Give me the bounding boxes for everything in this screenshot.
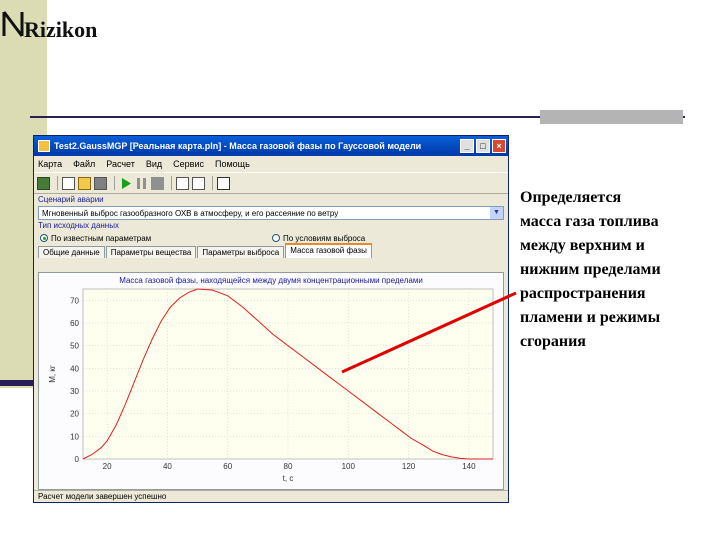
y-axis-label: M, кг — [48, 365, 57, 383]
menu-item-calc[interactable]: Расчет — [106, 159, 135, 169]
annotation-line: сгорания — [520, 333, 586, 350]
window-title: Test2.GaussMGP [Реальная карта.pln] - Ма… — [54, 141, 422, 151]
report-icon[interactable] — [176, 176, 189, 190]
tab-gas-mass[interactable]: Масса газовой фазы — [285, 243, 372, 258]
menu-item-file[interactable]: Файл — [73, 159, 95, 169]
y-tick-label: 60 — [70, 319, 79, 328]
source-type-label: Тип исходных данных — [38, 221, 119, 230]
export-icon[interactable] — [192, 176, 205, 190]
chevron-down-icon[interactable]: ▼ — [490, 207, 503, 219]
stop-icon[interactable] — [151, 176, 164, 190]
calculator-icon[interactable] — [217, 176, 230, 190]
tab-release[interactable]: Параметры выброса — [197, 246, 285, 258]
annotation-line: между верхним и — [520, 237, 645, 254]
annotation-line: пламени и режимы — [520, 309, 661, 326]
y-tick-label: 10 — [70, 432, 79, 441]
annotation-line: распространения — [520, 285, 646, 302]
menu-item-help[interactable]: Помощь — [215, 159, 250, 169]
menu-item-service[interactable]: Сервис — [173, 159, 204, 169]
toolbar-separator — [57, 176, 58, 190]
window-titlebar[interactable]: Test2.GaussMGP [Реальная карта.pln] - Ма… — [34, 136, 508, 156]
x-tick-label: 80 — [284, 462, 293, 471]
toolbar-separator — [114, 176, 115, 190]
toolbar-separator — [171, 176, 172, 190]
annotation-line: Определяется — [520, 189, 622, 206]
map-icon[interactable] — [37, 176, 50, 190]
x-tick-label: 140 — [462, 462, 476, 471]
radio-release-conditions[interactable] — [272, 234, 280, 242]
gas-mass-chart: Масса газовой фазы, находящейся между дв… — [48, 276, 494, 483]
chart-panel: Масса газовой фазы, находящейся между дв… — [38, 272, 504, 490]
chart-title: Масса газовой фазы, находящейся между дв… — [119, 276, 423, 285]
annotation-line: масса газа топлива — [520, 213, 659, 230]
x-tick-label: 40 — [163, 462, 172, 471]
y-tick-label: 50 — [70, 342, 79, 351]
y-tick-label: 20 — [70, 410, 79, 419]
tab-strip: Общие данные Параметры вещества Параметр… — [34, 243, 508, 258]
new-file-icon[interactable] — [62, 176, 75, 190]
annotation-line: нижним пределами — [520, 261, 661, 278]
menu-bar: Карта Файл Расчет Вид Сервис Помощь — [34, 156, 508, 172]
tab-substance[interactable]: Параметры вещества — [105, 246, 197, 258]
radio2-wrap: По условиям выброса — [272, 234, 365, 243]
menu-item-karta[interactable]: Карта — [38, 159, 62, 169]
y-tick-label: 70 — [70, 296, 79, 305]
radio-release-conditions-label: По условиям выброса — [283, 233, 366, 243]
app-icon — [38, 140, 50, 152]
scenario-label: Сценарий аварии — [38, 195, 104, 204]
application-window: Test2.GaussMGP [Реальная карта.pln] - Ма… — [33, 135, 509, 503]
x-tick-label: 60 — [223, 462, 232, 471]
maximize-button[interactable]: □ — [476, 139, 490, 153]
y-tick-label: 0 — [75, 455, 80, 464]
slide-grey-bar — [540, 110, 683, 124]
x-tick-label: 100 — [342, 462, 356, 471]
radio-known-params-label: По известным параметрам — [51, 233, 152, 243]
status-bar: Расчет модели завершен успешно — [34, 490, 508, 502]
minimize-button[interactable]: _ — [460, 139, 474, 153]
logo-mark-icon — [2, 11, 24, 37]
save-icon[interactable] — [94, 176, 107, 190]
scenario-select[interactable]: Мгновенный выброс газообразного ОХВ в ат… — [38, 206, 504, 220]
open-folder-icon[interactable] — [78, 176, 91, 190]
pause-icon[interactable] — [135, 177, 148, 190]
rizikon-logo: Rizikon — [2, 6, 112, 42]
close-button[interactable]: × — [492, 139, 506, 153]
logo-text: Rizikon — [24, 17, 98, 42]
radio-known-params[interactable] — [40, 234, 48, 242]
x-tick-label: 120 — [402, 462, 416, 471]
y-tick-label: 40 — [70, 364, 79, 373]
y-tick-label: 30 — [70, 387, 79, 396]
menu-item-view[interactable]: Вид — [146, 159, 162, 169]
annotation-text: Определяется масса газа топлива между ве… — [520, 186, 710, 354]
x-tick-label: 20 — [103, 462, 112, 471]
source-type-radios: По известным параметрам По условиям выбр… — [34, 232, 508, 244]
x-axis-label: t, с — [283, 474, 294, 483]
run-icon[interactable] — [119, 177, 132, 190]
scenario-value: Мгновенный выброс газообразного ОХВ в ат… — [42, 209, 339, 218]
tab-general[interactable]: Общие данные — [38, 246, 105, 258]
toolbar — [34, 172, 508, 194]
toolbar-separator — [212, 176, 213, 190]
